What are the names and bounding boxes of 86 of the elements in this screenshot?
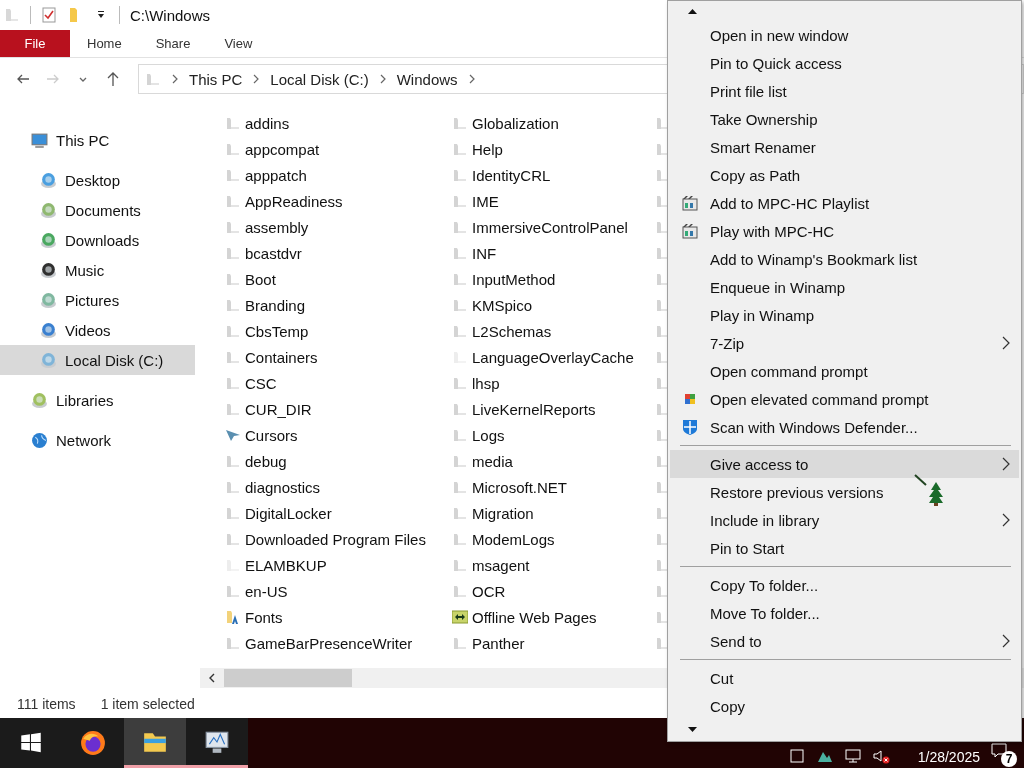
file-name[interactable]: Microsoft.NET bbox=[472, 478, 567, 496]
file-menu-button[interactable]: File bbox=[0, 30, 70, 57]
file-name[interactable]: Panther bbox=[472, 634, 525, 652]
nav-item[interactable]: Libraries bbox=[0, 385, 200, 415]
file-name[interactable]: assembly bbox=[245, 218, 309, 236]
file-name[interactable]: IdentityCRL bbox=[472, 166, 551, 184]
nav-item[interactable]: Network bbox=[0, 425, 200, 455]
file-name[interactable]: GameBarPresenceWriter bbox=[245, 634, 413, 652]
file-name[interactable]: Globalization bbox=[472, 114, 559, 132]
file-name[interactable]: CUR_DIR bbox=[245, 400, 312, 418]
file-name[interactable]: KMSpico bbox=[472, 296, 533, 314]
file-name[interactable]: bcastdvr bbox=[245, 244, 302, 262]
file-name[interactable]: media bbox=[472, 452, 513, 470]
menu-item[interactable]: Add to MPC-HC Playlist bbox=[670, 189, 1019, 217]
menu-item[interactable]: Give access to bbox=[670, 450, 1019, 478]
file-name[interactable]: Help bbox=[472, 140, 503, 158]
nav-item[interactable]: Downloads bbox=[0, 225, 200, 255]
menu-item[interactable]: Open command prompt bbox=[670, 357, 1019, 385]
nav-item[interactable]: Music bbox=[0, 255, 200, 285]
file-name[interactable]: Containers bbox=[245, 348, 318, 366]
breadcrumb[interactable]: Windows bbox=[396, 70, 458, 88]
ribbon-tab[interactable]: Home bbox=[70, 30, 139, 57]
menu-item[interactable]: Restore previous versions bbox=[670, 478, 1019, 506]
file-name[interactable]: addins bbox=[245, 114, 290, 132]
file-name[interactable]: appcompat bbox=[245, 140, 320, 158]
file-name[interactable]: Fonts bbox=[245, 608, 283, 626]
menu-item[interactable]: 7-Zip bbox=[670, 329, 1019, 357]
file-name[interactable]: LiveKernelReports bbox=[472, 400, 596, 418]
menu-item[interactable]: Pin to Start bbox=[670, 534, 1019, 562]
nav-item[interactable]: Local Disk (C:) bbox=[0, 345, 195, 375]
menu-item[interactable]: Enqueue in Winamp bbox=[670, 273, 1019, 301]
selection-count: 1 item selected bbox=[100, 696, 195, 712]
file-name[interactable]: DigitalLocker bbox=[245, 504, 332, 522]
menu-item[interactable]: Copy To folder... bbox=[670, 571, 1019, 599]
menu-item[interactable]: Smart Renamer bbox=[670, 133, 1019, 161]
file-name[interactable]: debug bbox=[245, 452, 287, 470]
file-name[interactable]: en-US bbox=[245, 582, 288, 600]
file-name[interactable]: InputMethod bbox=[472, 270, 556, 288]
breadcrumb[interactable]: Local Disk (C:) bbox=[270, 70, 369, 88]
menu-item[interactable]: Play with MPC-HC bbox=[670, 217, 1019, 245]
ribbon-tab[interactable]: Share bbox=[138, 30, 208, 57]
file-name[interactable]: OCR bbox=[472, 582, 506, 600]
file-name[interactable]: Downloaded Program Files bbox=[245, 530, 426, 548]
window-title: C:\Windows bbox=[130, 6, 211, 24]
menu-item[interactable]: Cut bbox=[670, 664, 1019, 692]
file-name[interactable]: Branding bbox=[245, 296, 306, 314]
nav-item[interactable]: Documents bbox=[0, 195, 200, 225]
ribbon-tab[interactable]: View bbox=[207, 30, 270, 57]
file-name[interactable]: Cursors bbox=[245, 426, 298, 444]
notification-count: 7 bbox=[1001, 751, 1017, 767]
menu-item[interactable]: Play in Winamp bbox=[670, 301, 1019, 329]
file-name[interactable]: Logs bbox=[472, 426, 505, 444]
file-name[interactable]: ImmersiveControlPanel bbox=[472, 218, 628, 236]
menu-item[interactable]: Add to Winamp's Bookmark list bbox=[670, 245, 1019, 273]
file-name[interactable]: diagnostics bbox=[245, 478, 321, 496]
nav-item[interactable]: Videos bbox=[0, 315, 200, 345]
file-name[interactable]: lhsp bbox=[472, 374, 500, 392]
menu-item[interactable]: Copy as Path bbox=[670, 161, 1019, 189]
file-name[interactable]: ModemLogs bbox=[472, 530, 555, 548]
menu-item[interactable]: Scan with Windows Defender... bbox=[670, 413, 1019, 441]
file-name[interactable]: Migration bbox=[472, 504, 534, 522]
nav-item[interactable]: Desktop bbox=[0, 165, 200, 195]
file-name[interactable]: Boot bbox=[245, 270, 276, 288]
menu-item[interactable]: Take Ownership bbox=[670, 105, 1019, 133]
menu-item[interactable]: Send to bbox=[670, 627, 1019, 655]
nav-item[interactable]: Pictures bbox=[0, 285, 200, 315]
file-name[interactable]: L2Schemas bbox=[472, 322, 552, 340]
file-name[interactable]: apppatch bbox=[245, 166, 307, 184]
menu-item[interactable]: Open elevated command prompt bbox=[670, 385, 1019, 413]
file-name[interactable]: INF bbox=[472, 244, 497, 262]
clock-date[interactable]: 1/28/2025 bbox=[917, 749, 980, 765]
nav-item[interactable]: This PC bbox=[0, 125, 200, 155]
file-name[interactable]: Offline Web Pages bbox=[472, 608, 597, 626]
menu-item[interactable]: Open in new window bbox=[670, 21, 1019, 49]
file-name[interactable]: ELAMBKUP bbox=[245, 556, 327, 574]
file-name[interactable]: AppReadiness bbox=[245, 192, 343, 210]
menu-item[interactable]: Copy bbox=[670, 692, 1019, 720]
file-name[interactable]: msagent bbox=[472, 556, 530, 574]
item-count: 111 items bbox=[17, 696, 76, 712]
file-name[interactable]: IME bbox=[472, 192, 499, 210]
file-name[interactable]: CSC bbox=[245, 374, 277, 392]
menu-item[interactable]: Move To folder... bbox=[670, 599, 1019, 627]
menu-item[interactable]: Include in library bbox=[670, 506, 1019, 534]
file-name[interactable]: CbsTemp bbox=[245, 322, 309, 340]
file-name[interactable]: LanguageOverlayCache bbox=[472, 348, 634, 366]
breadcrumb[interactable]: This PC bbox=[189, 70, 243, 88]
